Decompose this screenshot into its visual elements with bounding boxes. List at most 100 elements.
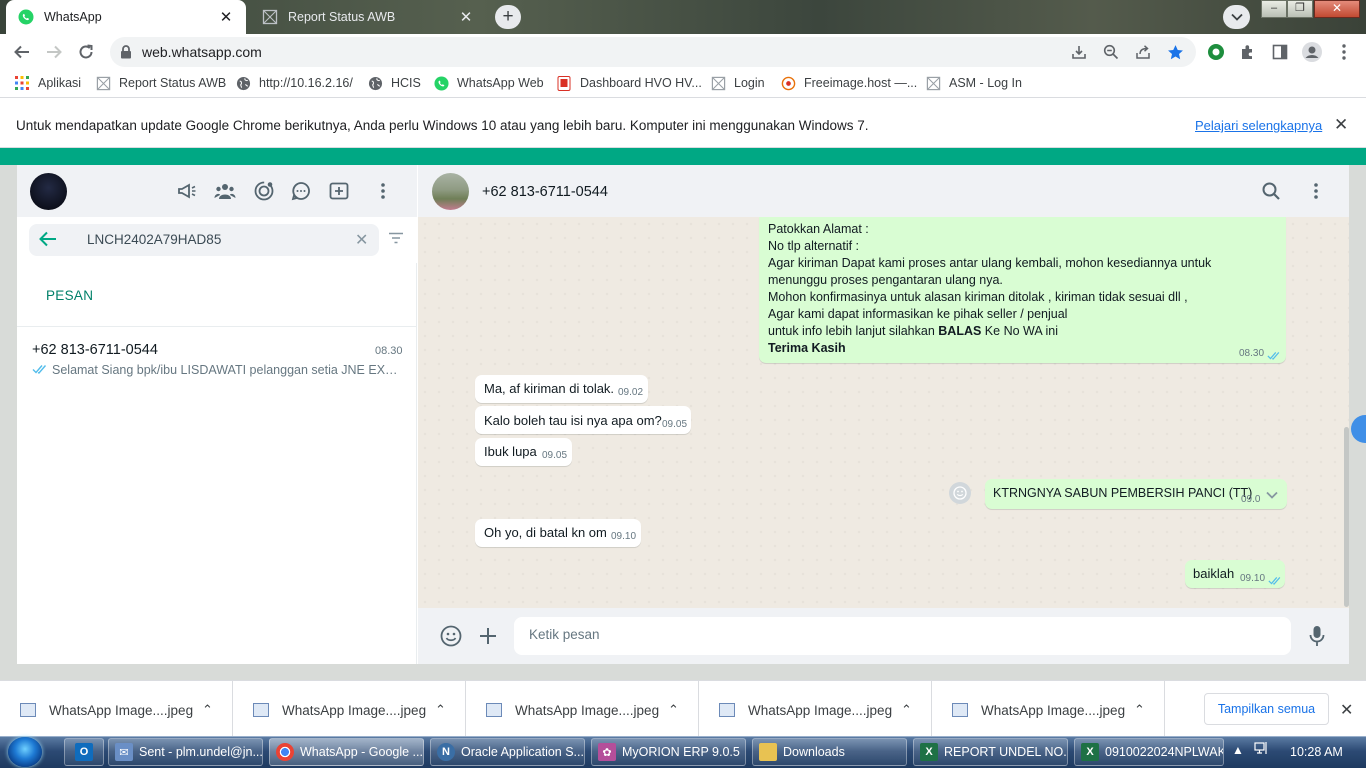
search-input[interactable]: LNCH2402A79HAD85 ✕ xyxy=(29,224,379,256)
chevron-up-icon[interactable]: ⌃ xyxy=(202,702,213,718)
snippet-text: Selamat Siang bpk/ibu LISDAWATI pelangga… xyxy=(52,363,402,377)
search-icon[interactable] xyxy=(1260,180,1282,202)
chevron-up-icon[interactable]: ⌃ xyxy=(901,702,912,718)
react-emoji-button[interactable] xyxy=(949,482,971,504)
bookmark-report-status-awb[interactable]: Report Status AWB xyxy=(95,75,226,91)
message-bubble-outgoing[interactable]: KTRNGNYA SABUN PEMBERSIH PANCI (TT) 09.0 xyxy=(985,479,1287,509)
chevron-down-icon[interactable] xyxy=(1266,487,1278,502)
close-window-button[interactable]: ✕ xyxy=(1314,0,1360,18)
tab-search-button[interactable] xyxy=(1223,5,1250,29)
tray-expand-icon[interactable]: ▲ xyxy=(1232,743,1244,757)
message-bubble-incoming[interactable]: Ibuk lupa 09.05 xyxy=(475,438,572,466)
channels-icon[interactable] xyxy=(290,180,312,202)
download-item[interactable]: WhatsApp Image....jpeg ⌃ xyxy=(233,681,466,737)
bookmark-ip-address[interactable]: http://10.16.2.16/ xyxy=(235,75,353,91)
message-bubble-outgoing[interactable]: Patokkan Alamat : No tlp alternatif : Ag… xyxy=(759,217,1286,363)
taskbar-item[interactable]: X 0910022024NPLWAK... xyxy=(1074,738,1224,766)
message-bubble-outgoing[interactable]: baiklah 09.10 xyxy=(1185,560,1285,588)
message-time: 09.10 xyxy=(1240,573,1266,584)
taskbar-item[interactable]: ✉ Sent - plm.undel@jn... xyxy=(108,738,263,766)
chevron-up-icon[interactable]: ⌃ xyxy=(435,702,446,718)
side-panel-icon[interactable] xyxy=(1270,42,1290,62)
avatar[interactable] xyxy=(30,173,67,210)
message-bubble-incoming[interactable]: Ma, af kiriman di tolak. 09.02 xyxy=(475,375,648,403)
address-bar[interactable]: web.whatsapp.com xyxy=(110,37,1196,67)
microphone-icon[interactable] xyxy=(1306,625,1328,647)
taskbar-item[interactable]: N Oracle Application S... xyxy=(430,738,585,766)
menu-icon[interactable] xyxy=(372,180,394,202)
chrome-menu-icon[interactable] xyxy=(1334,42,1354,62)
message-bubble-incoming[interactable]: Kalo boleh tau isi nya apa om? 09.05 xyxy=(475,406,691,434)
attach-plus-icon[interactable] xyxy=(477,625,499,647)
close-tab-icon[interactable]: ✕ xyxy=(218,9,234,26)
close-infobar-icon[interactable]: ✕ xyxy=(1334,115,1348,135)
bookmark-dashboard-hvo[interactable]: Dashboard HVO HV... xyxy=(556,75,702,91)
chevron-up-icon[interactable]: ⌃ xyxy=(668,702,679,718)
reload-button[interactable] xyxy=(74,40,98,64)
download-item[interactable]: WhatsApp Image....jpeg ⌃ xyxy=(466,681,699,737)
zoom-icon[interactable] xyxy=(1102,43,1120,61)
bookmark-freeimage[interactable]: Freeimage.host —... xyxy=(780,75,917,91)
taskbar-pinned-outlook[interactable]: O xyxy=(64,738,104,766)
conversation-header[interactable]: +62 813-6711-0544 xyxy=(418,165,1349,217)
arrow-left-icon[interactable] xyxy=(39,231,57,250)
accent-band xyxy=(0,148,1366,165)
start-button[interactable] xyxy=(8,737,42,767)
profile-icon[interactable] xyxy=(1302,42,1322,62)
extension-green-icon[interactable] xyxy=(1206,42,1226,62)
bookmark-hcis[interactable]: HCIS xyxy=(367,75,421,91)
page-icon xyxy=(95,75,111,91)
new-chat-icon[interactable] xyxy=(328,180,350,202)
tab-whatsapp[interactable]: WhatsApp ✕ xyxy=(6,0,246,34)
close-tab-icon[interactable]: ✕ xyxy=(458,9,474,26)
taskbar-item[interactable]: WhatsApp - Google ... xyxy=(269,738,424,766)
message-input[interactable] xyxy=(529,627,1269,642)
new-tab-button[interactable]: + xyxy=(495,5,521,29)
message-bubble-incoming[interactable]: Oh yo, di batal kn om 09.10 xyxy=(475,519,641,547)
forward-button[interactable] xyxy=(42,40,66,64)
taskbar-item[interactable]: Downloads xyxy=(752,738,907,766)
status-icon[interactable] xyxy=(253,180,275,202)
bookmark-star-icon[interactable] xyxy=(1166,43,1184,61)
share-icon[interactable] xyxy=(1134,43,1152,61)
learn-more-link[interactable]: Pelajari selengkapnya xyxy=(1195,118,1322,133)
close-download-shelf-icon[interactable]: ✕ xyxy=(1340,700,1353,720)
download-filename: WhatsApp Image....jpeg xyxy=(282,703,427,718)
bookmark-label: HCIS xyxy=(391,76,421,90)
download-item[interactable]: WhatsApp Image....jpeg ⌃ xyxy=(0,681,233,737)
bookmark-asm-login[interactable]: ASM - Log In xyxy=(925,75,1022,91)
show-all-downloads-button[interactable]: Tampilkan semua xyxy=(1204,693,1329,725)
bookmark-aplikasi[interactable]: Aplikasi xyxy=(14,75,81,91)
bookmark-whatsapp-web[interactable]: WhatsApp Web xyxy=(433,75,544,91)
tab-report-status-awb[interactable]: Report Status AWB ✕ xyxy=(250,0,486,34)
taskbar-item[interactable]: X REPORT UNDEL NO... xyxy=(913,738,1068,766)
message-input-box[interactable] xyxy=(514,617,1291,655)
communities-icon[interactable] xyxy=(214,180,236,202)
install-app-icon[interactable] xyxy=(1070,43,1088,61)
menu-icon[interactable] xyxy=(1305,180,1327,202)
emoji-icon[interactable] xyxy=(440,625,462,647)
taskbar-clock[interactable]: 10:28 AM xyxy=(1290,745,1343,759)
taskbar-item[interactable]: ✿ MyORION ERP 9.0.5 xyxy=(591,738,746,766)
chevron-up-icon[interactable]: ⌃ xyxy=(1134,702,1145,718)
scrollbar[interactable] xyxy=(1344,427,1349,607)
section-header-messages: PESAN xyxy=(46,288,94,303)
restore-window-button[interactable]: ❐ xyxy=(1287,0,1313,18)
minimize-window-button[interactable]: ‒ xyxy=(1261,0,1287,18)
image-file-icon xyxy=(20,703,36,717)
back-button[interactable] xyxy=(10,40,34,64)
extensions-puzzle-icon[interactable] xyxy=(1238,42,1258,62)
page-icon xyxy=(262,9,278,25)
avatar[interactable] xyxy=(432,173,469,210)
search-result-item[interactable]: +62 813-6711-0544 08.30 Selamat Siang bp… xyxy=(17,327,417,389)
download-item[interactable]: WhatsApp Image....jpeg ⌃ xyxy=(699,681,932,737)
lock-icon[interactable] xyxy=(120,45,132,62)
clear-search-icon[interactable]: ✕ xyxy=(355,230,368,250)
download-item[interactable]: WhatsApp Image....jpeg ⌃ xyxy=(932,681,1165,737)
filter-icon[interactable] xyxy=(388,232,404,247)
network-icon[interactable] xyxy=(1254,741,1270,758)
sidebar-header xyxy=(17,165,417,217)
reload-icon xyxy=(79,44,93,59)
megaphone-icon[interactable] xyxy=(176,180,198,202)
bookmark-login[interactable]: Login xyxy=(710,75,765,91)
